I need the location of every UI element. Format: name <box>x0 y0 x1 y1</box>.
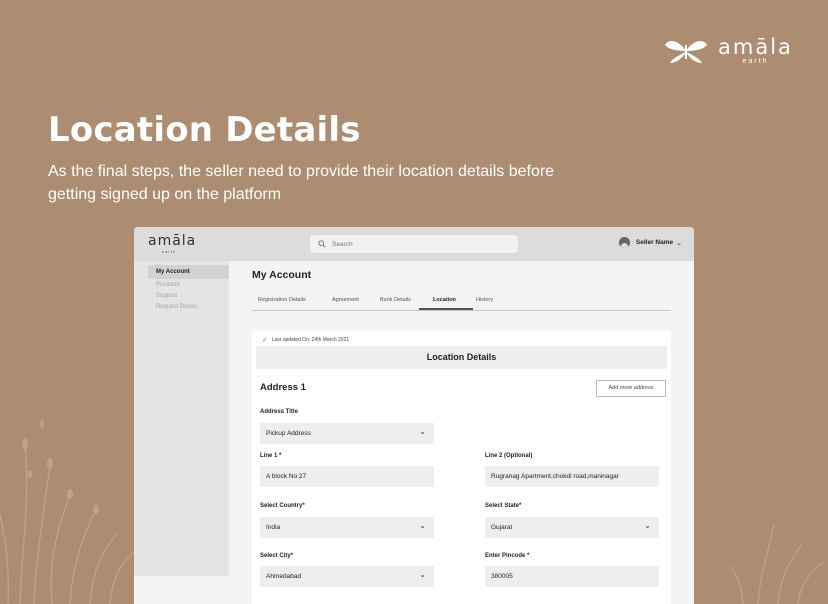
brand-logo: amāla earth <box>664 36 793 66</box>
tab-registration-details[interactable]: Registration Details <box>258 297 306 303</box>
address-title: Address 1 <box>260 382 306 393</box>
country-label: Select Country* <box>260 503 305 509</box>
city-value: Ahmedabad <box>266 573 302 580</box>
app-logo[interactable]: amāla <box>148 234 196 248</box>
state-label: Select State* <box>485 503 522 509</box>
line1-value: A block No 27 <box>266 473 307 480</box>
chevron-down-icon: ⌄ <box>419 570 426 579</box>
country-value: India <box>266 524 281 531</box>
tab-location[interactable]: Location <box>433 297 456 303</box>
brand-name: amāla <box>718 35 793 59</box>
last-updated-text: Last updated On: 24th March 2021 <box>271 337 350 343</box>
check-icon: ✓ <box>262 337 268 344</box>
state-select[interactable]: Gujarat ⌄ <box>485 517 659 538</box>
search-input[interactable]: Search <box>310 235 518 253</box>
tab-agreement[interactable]: Agreement <box>332 297 359 303</box>
sidebar-item-my-account[interactable]: My Account <box>148 265 229 279</box>
search-placeholder: Search <box>332 240 353 248</box>
chevron-down-icon: ⌄ <box>644 521 651 530</box>
last-updated: ✓ Last updated On: 24th March 2021 <box>262 336 349 344</box>
sidebar: My Account Products Support Request Boxe… <box>134 261 229 576</box>
city-label: Select City* <box>260 553 294 559</box>
app-topbar: amāla earth Search Seller Name ⌄ <box>134 227 694 261</box>
city-select[interactable]: Ahmedabad ⌄ <box>260 566 434 587</box>
app-window: amāla earth Search Seller Name ⌄ My Acco… <box>134 227 694 604</box>
sidebar-item-request-boxes[interactable]: Request Boxes <box>148 300 229 314</box>
pincode-field[interactable]: 380005 <box>485 566 659 587</box>
user-menu[interactable]: Seller Name ⌄ <box>618 237 682 248</box>
tab-bar: Registration Details Agreement Bank Deta… <box>252 293 671 311</box>
line2-value: Rugranag Apartment,chokdi road,maninagar <box>491 473 619 480</box>
section-title: Location Details <box>256 346 667 369</box>
app-logo-sub: earth <box>162 249 177 254</box>
line1-label: Line 1 * <box>260 453 282 459</box>
address-type-label: Address Title <box>260 409 298 415</box>
tab-bank-details[interactable]: Bank Details <box>380 297 411 303</box>
address-type-value: Pickup Address <box>266 430 311 437</box>
hero-description: As the final steps, the seller need to p… <box>48 163 555 203</box>
line1-field[interactable]: A block No 27 <box>260 466 434 487</box>
tab-history[interactable]: History <box>476 297 493 303</box>
user-name: Seller Name <box>635 239 674 246</box>
moth-logo-icon <box>665 41 707 63</box>
line2-label: Line 2 (Optional) <box>485 453 533 459</box>
active-tab-indicator <box>419 308 473 310</box>
grass-decoration-left <box>0 420 135 604</box>
page-title: My Account <box>252 269 312 281</box>
address-type-select[interactable]: Pickup Address ⌄ <box>260 423 434 444</box>
pincode-label: Enter Pincode * <box>485 553 530 559</box>
brand-sub: earth <box>742 58 769 65</box>
chevron-down-icon: ⌄ <box>419 427 426 436</box>
line2-field[interactable]: Rugranag Apartment,chokdi road,maninagar <box>485 466 659 487</box>
country-select[interactable]: India ⌄ <box>260 517 434 538</box>
avatar <box>618 237 630 248</box>
pincode-value: 380005 <box>491 573 513 580</box>
add-more-address-button[interactable]: Add more address <box>596 380 666 397</box>
grass-decoration-right <box>729 523 825 604</box>
chevron-down-icon: ⌄ <box>419 521 426 530</box>
search-icon <box>318 240 326 248</box>
location-form-card: ✓ Last updated On: 24th March 2021 Locat… <box>252 331 671 604</box>
state-value: Gujarat <box>491 524 513 531</box>
chevron-down-icon: ⌄ <box>676 239 682 247</box>
hero-title: Location Details <box>48 110 361 150</box>
